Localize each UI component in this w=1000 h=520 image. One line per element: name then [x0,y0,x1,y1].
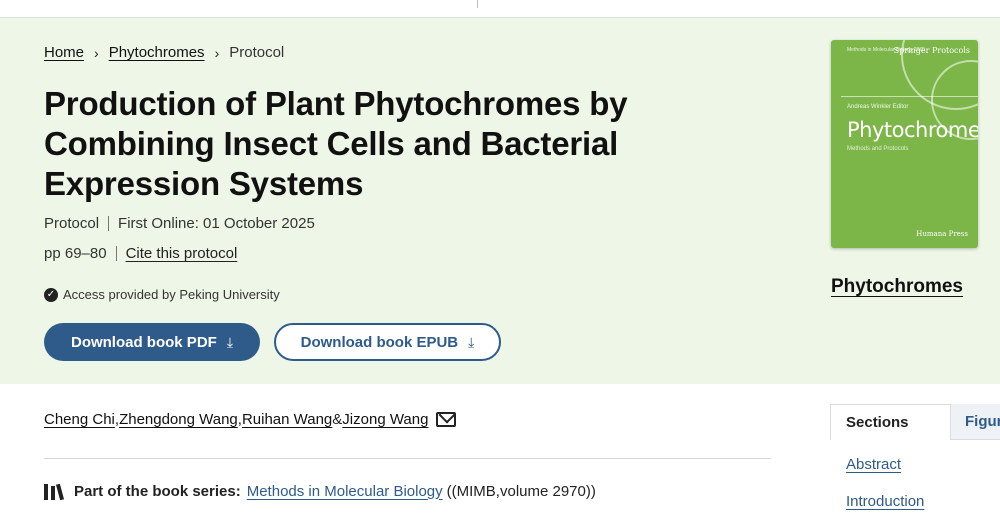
top-bar [0,0,1000,18]
breadcrumb: Home › Phytochromes › Protocol [44,44,284,61]
cover-title: Phytochromes [847,118,978,142]
download-epub-button[interactable]: Download book EPUB ⤓ [274,323,501,361]
book-cover-image[interactable]: Methods in Molecular Biology 2970 Spring… [831,40,978,248]
side-tabs: Sections Figures [830,404,1000,440]
author-link[interactable]: Zhengdong Wang [119,411,238,428]
author-link[interactable]: Ruihan Wang [242,411,332,428]
cite-protocol-link[interactable]: Cite this protocol [126,245,238,262]
access-notice: ✓ Access provided by Peking University [44,287,280,302]
cover-subtitle: Methods and Protocols [847,146,909,152]
meta-divider [115,246,117,261]
tab-sections[interactable]: Sections [830,404,951,440]
download-pdf-label: Download book PDF [70,333,217,351]
article-meta-line: Protocol First Online: 01 October 2025 [44,215,315,232]
cover-editor: Andreas Winkler Editor [847,104,909,110]
series-volume: ((MIMB,volume 2970)) [446,482,596,500]
breadcrumb-separator: › [94,44,99,61]
top-bar-marker [477,0,478,8]
breadcrumb-current: Protocol [229,44,285,61]
download-icon: ⤓ [468,333,475,350]
mail-icon[interactable] [436,412,457,427]
content-type: Protocol [44,215,100,232]
cover-decoration [841,96,978,97]
page-title: Production of Plant Phytochromes by Comb… [44,85,628,202]
download-pdf-button[interactable]: Download book PDF ⤓ [44,323,260,361]
series-link[interactable]: Methods in Molecular Biology [247,483,443,500]
article-pages-line: pp 69–80 Cite this protocol [44,245,237,262]
section-divider [44,458,771,459]
first-online-date: First Online: 01 October 2025 [118,215,315,232]
access-text: Access provided by Peking University [63,287,280,302]
book-series-info: Part of the book series: Methods in Mole… [44,482,596,501]
series-label: Part of the book series: [74,482,241,500]
cover-publisher: Humana Press [916,230,968,238]
author-link[interactable]: Jizong Wang [342,411,428,428]
author-separator: & [332,411,343,428]
page-range: pp 69–80 [44,245,107,262]
download-icon: ⤓ [226,333,234,350]
author-link[interactable]: Cheng Chi [44,411,115,428]
tab-figures[interactable]: Figures [951,404,1000,440]
section-link-introduction[interactable]: Introduction [846,493,924,510]
section-link-abstract[interactable]: Abstract [846,456,901,473]
download-epub-label: Download book EPUB [300,333,459,351]
breadcrumb-book-link[interactable]: Phytochromes [109,44,205,61]
meta-divider [108,216,110,231]
cover-brand: Springer Protocols [893,46,970,55]
breadcrumb-separator: › [214,44,220,61]
book-title-link[interactable]: Phytochromes [831,276,963,298]
author-list: Cheng Chi, Zhengdong Wang, Ruihan Wang &… [44,411,457,428]
breadcrumb-home-link[interactable]: Home [44,44,84,61]
books-icon [44,482,66,501]
check-circle-icon: ✓ [44,287,58,302]
